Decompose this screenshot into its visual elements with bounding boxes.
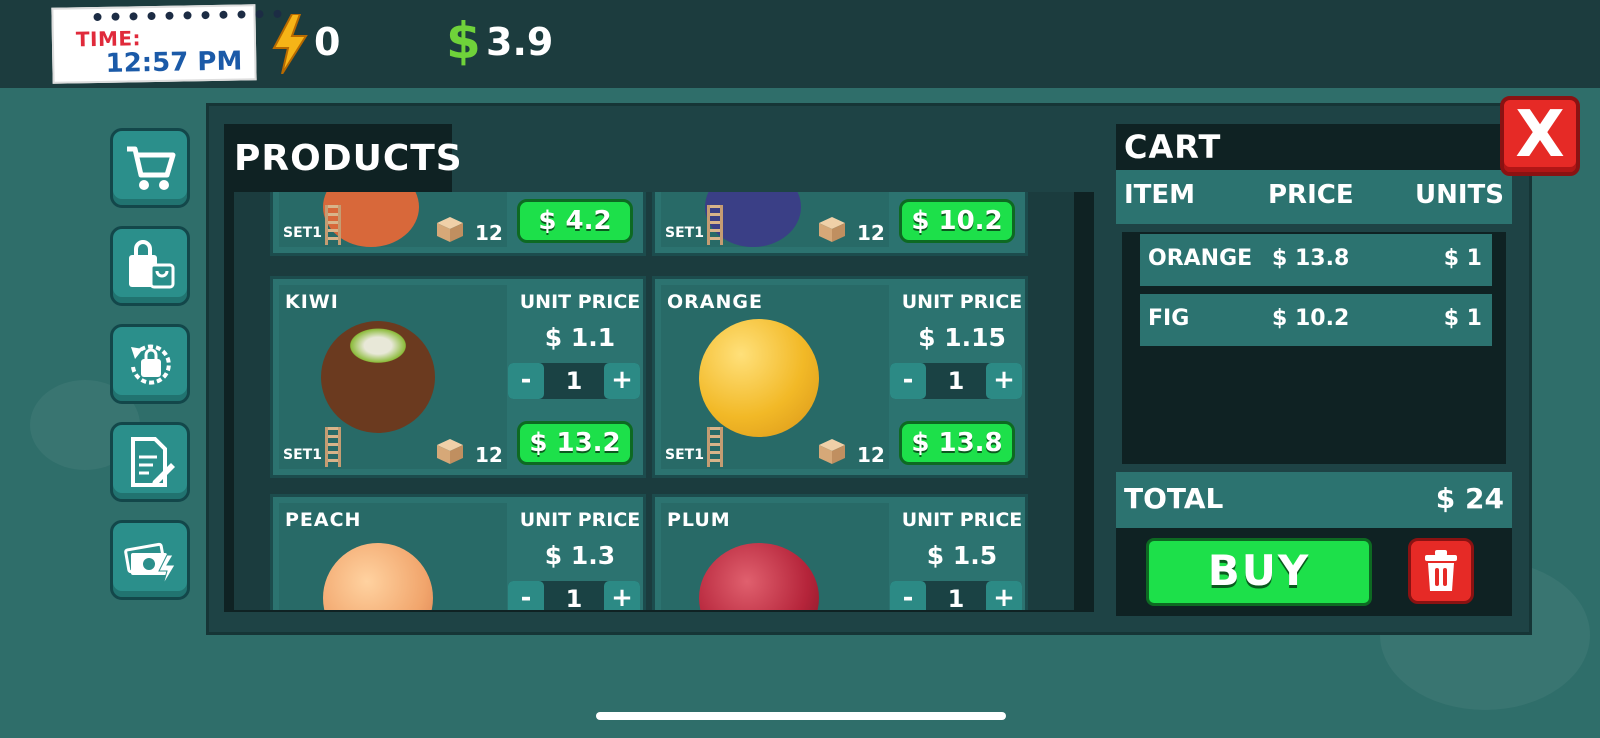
binder-rings [93,9,282,22]
unit-price-value: $ 1.5 [926,541,998,570]
product-card-partial-1: SET1 12 $ 4.2 [270,192,646,256]
cart-row[interactable]: ORANGE $ 13.8 $ 1 [1140,234,1492,286]
unit-price-label: UNIT PRICE [901,291,1023,313]
cart-icon [127,146,176,190]
shelf-icon [707,427,723,467]
set-label: SET1 [283,225,322,241]
dollar-icon: $ [446,12,481,70]
product-card-plum: PLUM UNIT PRICE $ 1.5 - 1 + [652,494,1028,610]
shelf-icon [707,205,723,245]
cart-item-name: ORANGE [1148,246,1253,271]
add-to-cart-button[interactable]: $ 4.2 [517,199,633,243]
sidebar-shop-button[interactable] [110,226,190,306]
add-to-cart-button[interactable]: $ 10.2 [899,199,1015,243]
product-name: ORANGE [667,291,763,313]
product-card-peach: PEACH UNIT PRICE $ 1.3 - 1 + [270,494,646,610]
decrease-quantity-button[interactable]: - [508,363,544,399]
total-value: $ 24 [1435,482,1504,515]
increase-quantity-button[interactable]: + [986,581,1022,610]
cash-energy-icon [124,542,176,586]
sidebar-restock-button[interactable] [110,324,190,404]
document-edit-icon [131,437,175,487]
products-title: PRODUCTS [224,124,462,194]
set-label: SET1 [665,225,704,241]
stock-count: 12 [475,221,503,245]
cart-item-units: $ 1 [1443,306,1482,331]
unit-price-value: $ 1.1 [544,323,616,352]
add-to-cart-button[interactable]: $ 13.8 [899,421,1015,465]
energy-value: 0 [314,20,341,64]
quantity-stepper: - 1 + [890,363,1022,399]
quantity-stepper: - 1 + [890,581,1022,610]
stock-count: 12 [857,443,885,467]
decrease-quantity-button[interactable]: - [890,363,926,399]
shopping-bags-icon [129,240,175,289]
unit-price-value: $ 1.15 [918,323,1006,352]
quantity-value: 1 [565,367,583,395]
top-hud: TIME: 12:57 PM 0 $ 3.9 [0,0,1600,88]
product-card-partial-2: SET1 12 $ 10.2 [652,192,1028,256]
orange-image [699,319,819,437]
cart-item-name: FIG [1148,306,1190,331]
quantity-stepper: - 1 + [508,363,640,399]
cart-total: TOTAL $ 24 [1116,472,1512,528]
unit-price-label: UNIT PRICE [519,509,641,531]
restock-bag-icon [131,344,171,385]
buy-button[interactable]: BUY [1146,538,1372,606]
close-button[interactable]: X [1500,96,1580,176]
time-value: 12:57 PM [105,46,243,79]
product-name: PLUM [667,509,731,531]
product-name: KIWI [285,291,339,313]
quantity-value: 1 [947,585,965,610]
products-scroll-area[interactable]: SET1 12 $ 4.2 SET1 12 $ 10.2 KIWI SET1 1… [224,192,1094,612]
cart-item-price: $ 13.8 [1272,246,1350,271]
cart-item-units: $ 1 [1443,246,1482,271]
cart-item-price: $ 10.2 [1272,306,1350,331]
products-grid: SET1 12 $ 4.2 SET1 12 $ 10.2 KIWI SET1 1… [234,192,1074,610]
sidebar-orders-button[interactable] [110,422,190,502]
increase-quantity-button[interactable]: + [986,363,1022,399]
cart-title: CART [1116,124,1512,170]
product-card-kiwi: KIWI SET1 12 UNIT PRICE $ 1.1 - 1 + $ 13… [270,276,646,478]
add-to-cart-button[interactable]: $ 13.2 [517,421,633,465]
product-name: PEACH [285,509,362,531]
box-icon [819,439,845,464]
kiwi-image [321,321,435,433]
quantity-stepper: - 1 + [508,581,640,610]
unit-price-label: UNIT PRICE [519,291,641,313]
clear-cart-button[interactable] [1408,538,1474,604]
total-label: TOTAL [1124,482,1224,515]
lightning-icon [272,14,308,74]
product-card-orange: ORANGE SET1 12 UNIT PRICE $ 1.15 - 1 + $… [652,276,1028,478]
stock-count: 12 [857,221,885,245]
increase-quantity-button[interactable]: + [604,581,640,610]
sidebar-finance-button[interactable] [110,520,190,600]
decrease-quantity-button[interactable]: - [890,581,926,610]
cart-col-price: PRICE [1268,180,1354,210]
box-icon [437,439,463,464]
shelf-icon [325,205,341,245]
set-label: SET1 [283,447,322,463]
quantity-value: 1 [947,367,965,395]
money-value: 3.9 [486,20,554,64]
time-card: TIME: 12:57 PM [51,4,282,84]
decrease-quantity-button[interactable]: - [508,581,544,610]
unit-price-label: UNIT PRICE [901,509,1023,531]
cart-col-units: UNITS [1414,180,1504,210]
quantity-value: 1 [565,585,583,610]
set-label: SET1 [665,447,704,463]
home-indicator[interactable] [596,712,1006,720]
sidebar-cart-button[interactable] [110,128,190,208]
cart-list[interactable]: ORANGE $ 13.8 $ 1 FIG $ 10.2 $ 1 [1116,226,1512,470]
unit-price-value: $ 1.3 [544,541,616,570]
cart-col-item: ITEM [1124,180,1196,210]
box-icon [437,217,463,242]
box-icon [819,217,845,242]
cart-row[interactable]: FIG $ 10.2 $ 1 [1140,294,1492,346]
increase-quantity-button[interactable]: + [604,363,640,399]
cart-column-headers: ITEM PRICE UNITS [1116,170,1512,224]
trash-icon [1425,550,1457,591]
shelf-icon [325,427,341,467]
stock-count: 12 [475,443,503,467]
